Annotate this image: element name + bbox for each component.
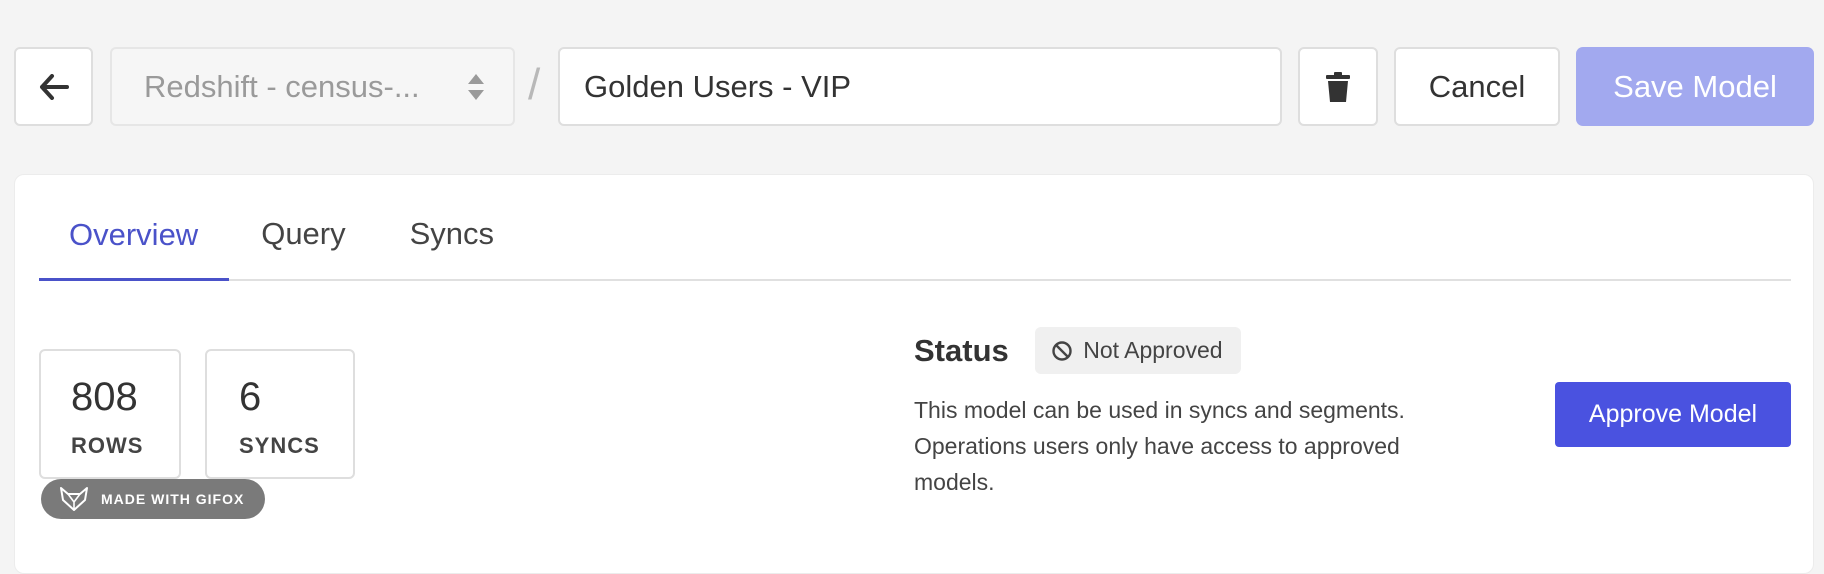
syncs-count: 6 <box>239 375 262 419</box>
save-model-button[interactable]: Save Model <box>1576 47 1814 126</box>
model-card: Overview Query Syncs 808 ROWS 6 SYNCS MA… <box>14 174 1814 574</box>
gifox-watermark: MADE WITH GIFOX <box>41 479 265 519</box>
breadcrumb-separator: / <box>528 60 541 109</box>
sort-icon <box>468 73 484 100</box>
approve-model-button[interactable]: Approve Model <box>1555 382 1791 447</box>
model-name-input[interactable] <box>558 47 1282 126</box>
gifox-logo-icon <box>60 487 88 511</box>
syncs-stat: 6 SYNCS <box>205 349 355 479</box>
tab-overview[interactable]: Overview <box>39 175 230 281</box>
delete-button[interactable] <box>1298 47 1378 126</box>
tab-query[interactable]: Query <box>229 173 377 279</box>
gifox-text: MADE WITH GIFOX <box>101 491 245 507</box>
tab-bar: Overview Query Syncs <box>39 175 1791 281</box>
status-description: This model can be used in syncs and segm… <box>914 397 1405 495</box>
cancel-button[interactable]: Cancel <box>1394 47 1560 126</box>
status-section: Status Not Approved This model can be us… <box>914 327 1474 500</box>
source-select-value: Redshift - census-... <box>144 68 420 104</box>
status-title: Status <box>914 332 1009 368</box>
status-badge: Not Approved <box>1035 327 1241 374</box>
back-button[interactable] <box>14 47 93 126</box>
arrow-left-icon <box>39 73 69 100</box>
top-toolbar: Redshift - census-... / Cancel Save Mode… <box>0 0 1824 170</box>
rows-count: 808 <box>71 375 138 419</box>
trash-icon <box>1326 71 1350 102</box>
rows-stat: 808 ROWS <box>39 349 181 479</box>
syncs-label: SYNCS <box>239 433 320 458</box>
rows-label: ROWS <box>71 433 144 458</box>
tab-syncs[interactable]: Syncs <box>378 173 526 279</box>
status-badge-text: Not Approved <box>1083 337 1223 363</box>
source-select[interactable]: Redshift - census-... <box>110 47 515 126</box>
ban-icon <box>1052 340 1072 361</box>
